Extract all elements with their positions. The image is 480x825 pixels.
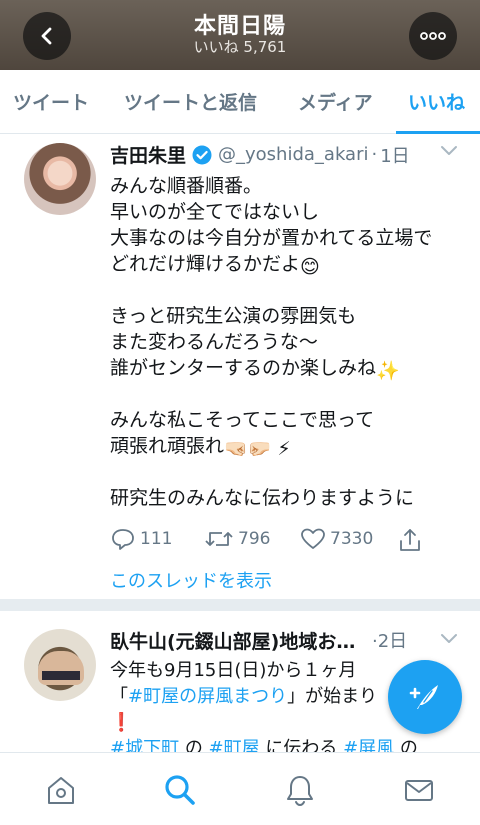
avatar[interactable] — [24, 629, 96, 701]
bell-icon — [287, 776, 313, 807]
compose-tweet-button[interactable] — [388, 660, 462, 734]
nav-home[interactable] — [44, 773, 78, 807]
heart-icon — [301, 528, 325, 549]
tweet-text: みんな順番順番。 早いのが全てではないし 大事なのは今自分が置かれてる立場で ど… — [110, 173, 462, 511]
compose-tweet-icon — [409, 685, 438, 709]
tweet-date-text: 2日 — [377, 631, 408, 652]
like-count: 7330 — [330, 529, 374, 549]
tweet-line: どれだけ輝けるかだよ😊 — [110, 251, 462, 278]
search-icon — [165, 775, 195, 805]
tweet-line-text: 誰がセンターするのか楽しみね — [110, 357, 377, 379]
reply-count: 111 — [140, 529, 173, 549]
verified-badge-icon — [192, 145, 212, 164]
tweet-line: みんな私こそってここで思って — [110, 409, 375, 431]
tweet-date[interactable]: 1日 — [380, 142, 409, 168]
author-name[interactable]: 臥牛山(元錣山部屋)地域おこ… — [110, 627, 372, 654]
tweet-date[interactable]: ·2日 — [372, 627, 407, 653]
tab-media[interactable]: メディア — [298, 88, 373, 115]
nav-messages[interactable] — [402, 773, 436, 807]
bottom-navigation — [0, 752, 480, 825]
tab-tweets[interactable]: ツイート — [13, 88, 89, 115]
tweet-line-text: 」が始まり — [287, 686, 378, 707]
author-name[interactable]: 吉田朱里 — [110, 141, 186, 168]
avatar[interactable] — [24, 143, 96, 215]
likes-count: いいね 5,761 — [193, 38, 287, 56]
tab-likes[interactable]: いいね — [408, 88, 465, 115]
hashtag-link[interactable]: #城下町 — [110, 738, 179, 752]
tweet-line-text: に伝わる — [259, 738, 344, 752]
tweet-line: また変わるんだろうな〜 — [110, 331, 318, 353]
avatar-image-detail — [42, 671, 80, 680]
tweet-line: 早いのが全てではないし — [110, 201, 320, 223]
active-tab-indicator — [396, 131, 480, 134]
tweet-line: 誰がセンターするのか楽しみね✨ — [110, 355, 462, 382]
tweet-author-row: 吉田朱里 @_yoshida_akari · 1日 — [110, 141, 410, 168]
smile-emoji-icon: 😊 — [300, 256, 320, 278]
tweet-line-text: どれだけ輝けるかだよ — [110, 253, 301, 275]
author-handle[interactable]: @_yoshida_akari — [218, 144, 368, 165]
sparkles-emoji-icon: ✨ — [376, 360, 400, 382]
chevron-down-icon[interactable] — [440, 145, 458, 157]
nav-search[interactable] — [163, 773, 197, 807]
profile-tabs: ツイート ツイートと返信 メディア いいね — [0, 70, 480, 134]
reply-icon — [112, 529, 134, 550]
tweet-line: みんな順番順番。 — [110, 175, 263, 197]
tweet-line-text: 「 — [110, 686, 128, 707]
hashtag-link[interactable]: #屏風 — [343, 738, 394, 752]
like-button[interactable]: 7330 — [300, 527, 373, 551]
tweet[interactable]: 吉田朱里 @_yoshida_akari · 1日 みんな順番順番。 早いのが全… — [0, 135, 480, 611]
tweet-line: きっと研究生公演の雰囲気も — [110, 305, 357, 327]
reply-button[interactable]: 111 — [110, 527, 172, 551]
home-icon — [48, 777, 74, 804]
chevron-down-icon[interactable] — [440, 633, 458, 645]
nav-notifications[interactable] — [283, 773, 317, 807]
tweet-line: 大事なのは今自分が置かれてる立場で — [110, 227, 433, 249]
show-thread-link[interactable]: このスレッドを表示 — [110, 567, 272, 593]
hashtag-link[interactable]: #町屋 — [209, 738, 260, 752]
share-button[interactable] — [398, 527, 426, 553]
ellipsis-icon — [420, 32, 446, 40]
lightning-emoji-icon: ⚡ — [277, 438, 291, 460]
meta-separator: · — [371, 144, 378, 165]
tweet-line-text: 頑張れ頑張れ — [110, 435, 225, 457]
envelope-icon — [405, 780, 433, 801]
profile-header: 本間日陽 いいね 5,761 — [0, 0, 480, 70]
retweet-icon — [205, 532, 233, 546]
tab-tweets-and-replies[interactable]: ツイートと返信 — [124, 88, 257, 115]
tweet-line: 頑張れ頑張れ🤜🏻🤛🏻 ⚡ — [110, 433, 462, 460]
tweet-actions: 111 796 7330 — [110, 527, 450, 557]
share-icon — [400, 529, 420, 551]
tweet-line-text: の — [179, 738, 209, 752]
tweet-line: #城下町 の #町屋 に伝わる #屏風 の — [110, 735, 470, 752]
tweet-line-text: の — [394, 738, 418, 752]
tweet-line: 研究生のみんなに伝わりますように — [110, 487, 415, 509]
more-button[interactable] — [409, 12, 457, 60]
fist-bump-emoji-icon: 🤜🏻🤛🏻 — [224, 438, 272, 460]
retweet-button[interactable]: 796 — [204, 527, 270, 551]
hashtag-link[interactable]: #町屋の屏風まつり — [128, 686, 287, 707]
retweet-count: 796 — [238, 529, 271, 549]
